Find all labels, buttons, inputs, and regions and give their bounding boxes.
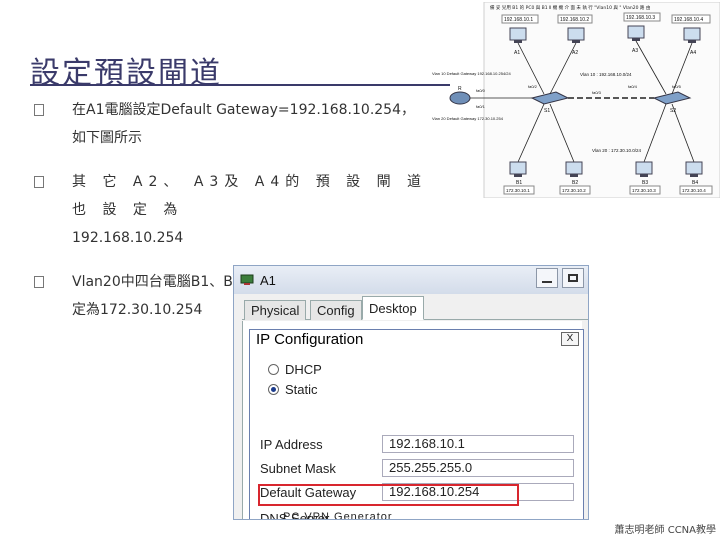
router-label: R — [458, 86, 462, 92]
pc-label-a2: A2 — [572, 50, 578, 56]
dhcp-option[interactable]: DHCP — [268, 362, 322, 377]
pc-ip-a3: 192.168.10.3 — [626, 15, 655, 21]
bullet-text: 如下圖所示 — [72, 130, 142, 146]
pc-label-a4: A4 — [690, 50, 696, 56]
pc-label-a3: A3 — [632, 48, 638, 54]
bullet-text: 其 它 A2、 A3及 A4的 預 設 閘 道 也 設 定 為 — [72, 174, 428, 218]
gateway-highlight-box — [258, 484, 519, 506]
port-label: fa0/5 — [672, 84, 682, 89]
port-label: fa0/1 — [476, 104, 486, 109]
bullet-text: 192.168.10.254 — [72, 230, 184, 246]
static-option[interactable]: Static — [268, 382, 318, 397]
pc-ip-b1: 172.30.10.1 — [506, 188, 530, 193]
maximize-button[interactable] — [562, 268, 584, 288]
port-label: fa0/0 — [476, 88, 486, 93]
bullet-text: 在A1電腦設定Default Gateway=192.168.10.254， — [72, 102, 415, 118]
pc-label-b4: B4 — [692, 180, 698, 186]
pc-ip-a4: 192.168.10.4 — [674, 17, 703, 23]
topology-caption: 備 妥 兒用 B1 的 PC0 與 B1 Ⅱ 機 機 介 面 未 執 行 "Vl… — [490, 4, 650, 11]
network-topology-diagram: 備 妥 兒用 B1 的 PC0 與 B1 Ⅱ 機 機 介 面 未 執 行 "Vl… — [432, 1, 720, 199]
static-radio[interactable] — [268, 384, 279, 395]
pc-app-icon — [240, 274, 254, 285]
port-label: fa0/3 — [592, 90, 602, 95]
window-titlebar[interactable]: A1 — [234, 266, 588, 294]
switch-label-s1: S1 — [544, 108, 550, 114]
tab-physical[interactable]: Physical — [244, 300, 307, 320]
pc-label-b3: B3 — [642, 180, 648, 186]
vlan10-gateway-note: Vlan 10 Default Gateway 192.168.10.254/2… — [432, 71, 512, 76]
subnet-mask-input[interactable]: 255.255.255.0 — [382, 459, 574, 477]
tab-config[interactable]: Config — [310, 300, 362, 320]
dhcp-label: DHCP — [285, 362, 322, 377]
bullet-marker-icon — [34, 176, 44, 188]
title-rule — [30, 84, 450, 86]
window-title: A1 — [260, 272, 276, 288]
tab-desktop[interactable]: Desktop — [362, 296, 424, 320]
ip-address-row: IP Address 192.168.10.1 — [260, 434, 580, 454]
dhcp-radio[interactable] — [268, 364, 279, 375]
close-icon[interactable]: X — [561, 332, 579, 346]
pc-ip-a2: 192.168.10.2 — [560, 17, 589, 23]
tab-bar: Physical Config Desktop — [242, 296, 588, 320]
port-label: fa0/2 — [528, 84, 538, 89]
pc-ip-a1: 192.168.10.1 — [504, 17, 533, 23]
router-icon: R — [449, 86, 471, 105]
subnet-mask-label: Subnet Mask — [260, 460, 336, 476]
desktop-panel: IP Configuration X DHCP Static IP Addres… — [242, 321, 584, 520]
minimize-icon — [542, 281, 552, 283]
packet-tracer-pc-window: A1 Physical Config Desktop IP Configurat… — [233, 265, 589, 520]
pc-ip-b3: 172.30.10.3 — [632, 188, 656, 193]
pc-label-a1: A1 — [514, 50, 520, 56]
pc-ip-b4: 172.30.10.4 — [682, 188, 706, 193]
subnet-mask-row: Subnet Mask 255.255.255.0 — [260, 458, 580, 478]
ip-configuration-dialog: IP Configuration X DHCP Static IP Addres… — [249, 329, 584, 519]
ip-address-label: IP Address — [260, 436, 323, 452]
bullet-item-2: 其 它 A2、 A3及 A4的 預 設 閘 道 也 設 定 為 192.168.… — [34, 168, 434, 252]
pc-ip-b2: 172.30.10.2 — [562, 188, 586, 193]
dialog-title: IP Configuration — [256, 330, 364, 348]
pc-label-b2: B2 — [572, 180, 578, 186]
static-label: Static — [285, 382, 318, 397]
bullet-marker-icon — [34, 276, 44, 288]
ip-address-input[interactable]: 192.168.10.1 — [382, 435, 574, 453]
bullet-item-1: 在A1電腦設定Default Gateway=192.168.10.254， 如… — [34, 96, 434, 152]
port-label: fa0/4 — [628, 84, 638, 89]
maximize-icon — [568, 274, 578, 282]
footer-credit: 蕭志明老師 CCNA教學 — [614, 525, 716, 536]
dialog-header: IP Configuration X — [250, 330, 583, 348]
desktop-app-labels: PC VPN Generator — [283, 511, 393, 520]
pc-label-b1: B1 — [516, 180, 522, 186]
vlan20-label: Vlan 20 : 172.30.10.0/24 — [592, 148, 642, 153]
minimize-button[interactable] — [536, 268, 558, 288]
vlan10-label: Vlan 10 : 192.168.10.0/24 — [580, 72, 632, 77]
vlan20-gateway-note: Vlan 20 Default Gateway 172.30.10.254 — [432, 116, 504, 121]
bullet-marker-icon — [34, 104, 44, 116]
